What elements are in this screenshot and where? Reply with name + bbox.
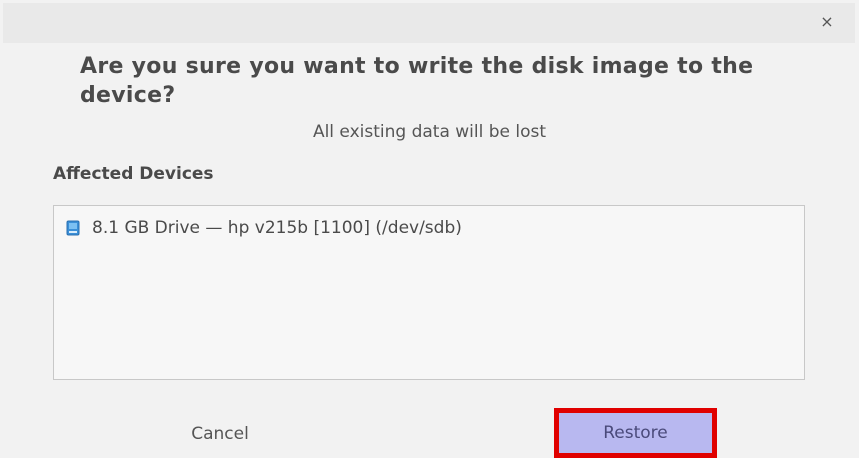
device-label: 8.1 GB Drive — hp v215b [1100] (/dev/sdb… bbox=[92, 218, 462, 238]
dialog-title: Are you sure you want to write the disk … bbox=[80, 54, 754, 108]
list-item[interactable]: 8.1 GB Drive — hp v215b [1100] (/dev/sdb… bbox=[66, 216, 462, 240]
dialog-subtitle: All existing data will be lost bbox=[312, 122, 547, 142]
confirm-dialog: × Are you sure you want to write the dis… bbox=[0, 0, 859, 458]
cancel-button[interactable]: Cancel bbox=[150, 412, 290, 456]
close-icon: × bbox=[820, 12, 834, 31]
drive-icon bbox=[66, 220, 80, 236]
affected-devices-list[interactable]: 8.1 GB Drive — hp v215b [1100] (/dev/sdb… bbox=[53, 205, 805, 380]
dialog-titlebar: × bbox=[3, 3, 855, 43]
restore-button[interactable]: Restore bbox=[554, 408, 717, 458]
affected-devices-label: Affected Devices bbox=[53, 164, 214, 184]
close-button[interactable]: × bbox=[817, 12, 837, 32]
